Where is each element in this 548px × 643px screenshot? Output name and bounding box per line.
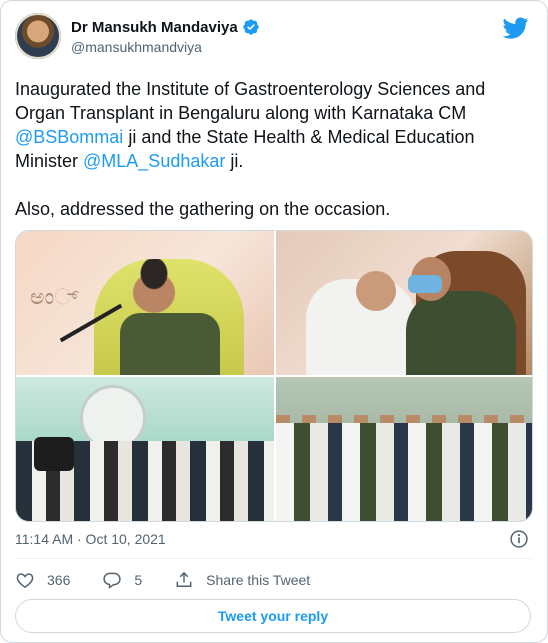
tweet-text: Inaugurated the Institute of Gastroenter… [15, 77, 535, 221]
twitter-bird-icon[interactable] [503, 15, 529, 41]
heart-icon [16, 573, 34, 588]
like-button[interactable]: 366 [15, 570, 70, 590]
tweet-your-reply-button[interactable]: Tweet your reply [15, 599, 531, 633]
share-button[interactable]: Share this Tweet [174, 570, 310, 590]
speech-bubble-icon [103, 572, 122, 589]
verified-badge-icon [243, 19, 259, 35]
photo-ribbon-cutting[interactable] [276, 377, 532, 521]
tweet-actions: 366 5 Share this Tweet [15, 569, 342, 591]
photo-operating-theatre[interactable] [16, 377, 274, 521]
tweet-card: Dr Mansukh Mandaviya @mansukhmandviya In… [0, 0, 548, 643]
like-count: 366 [47, 572, 71, 588]
info-icon[interactable] [509, 529, 529, 549]
photo-speech[interactable]: ಅಂ್ [16, 231, 274, 375]
author-name-row: Dr Mansukh Mandaviya [71, 18, 260, 36]
mention-link[interactable]: @BSBommai [15, 127, 123, 147]
reply-button[interactable]: 5 [102, 570, 142, 590]
author-handle[interactable]: @mansukhmandviya [71, 39, 202, 55]
tweet-text-part: Inaugurated the Institute of Gastroenter… [15, 79, 486, 123]
tweet-timestamp[interactable]: 11:14 AM · Oct 10, 2021 [15, 531, 166, 547]
tweet-media-grid: ಅಂ್ [15, 230, 533, 522]
tweet-text-part: ji. [225, 151, 244, 171]
author-name[interactable]: Dr Mansukh Mandaviya [71, 19, 238, 36]
photo-backdrop-lettering: ಅಂ್ [30, 285, 79, 310]
divider [15, 558, 533, 559]
share-upload-icon [176, 571, 192, 587]
mention-link[interactable]: @MLA_Sudhakar [83, 151, 225, 171]
photo-conversation[interactable] [276, 231, 532, 375]
tweet-text-part: Also, addressed the gathering on the occ… [15, 199, 391, 219]
tweet-header: Dr Mansukh Mandaviya @mansukhmandviya [15, 13, 535, 61]
reply-count: 5 [134, 572, 143, 588]
share-label: Share this Tweet [206, 572, 311, 588]
author-avatar[interactable] [15, 13, 61, 59]
